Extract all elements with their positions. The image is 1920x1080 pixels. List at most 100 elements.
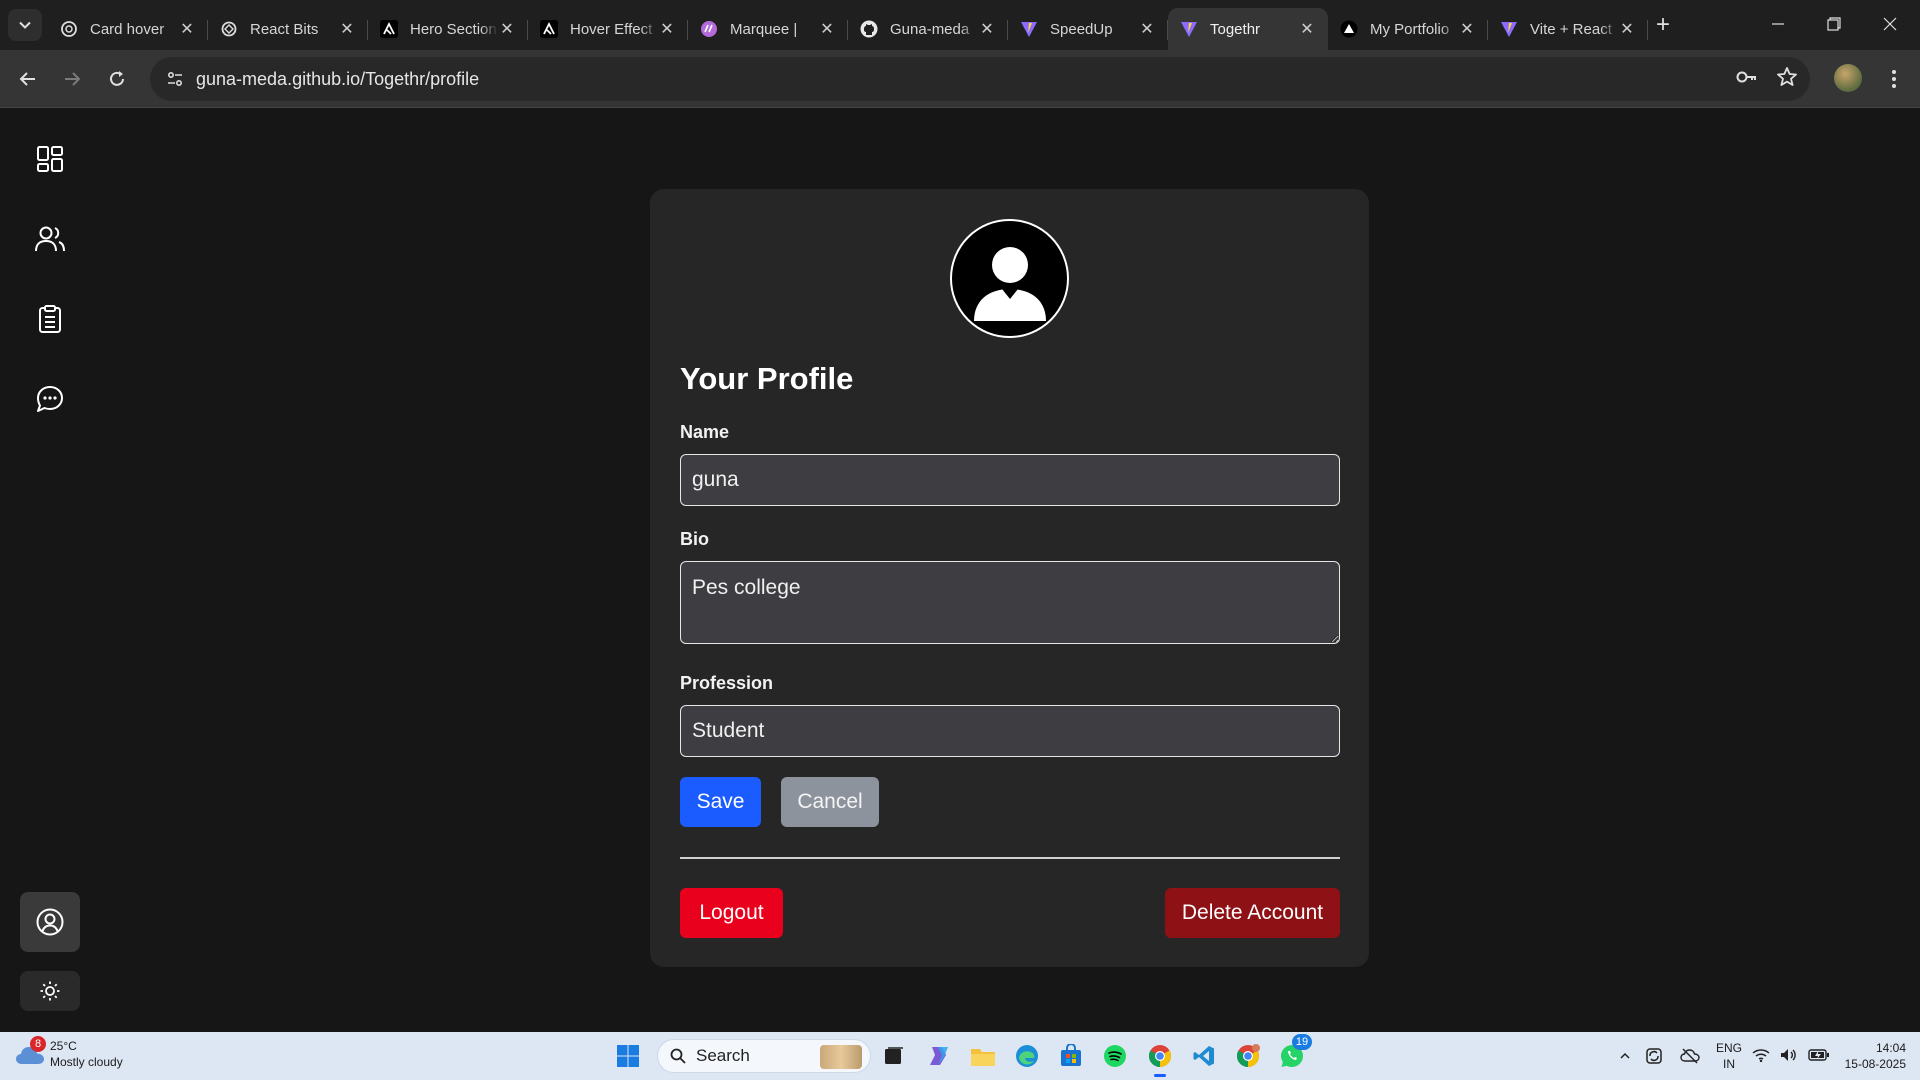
store-button[interactable]: [1055, 1040, 1087, 1072]
browser-tab[interactable]: My Portfolio ✕: [1328, 8, 1488, 50]
sidebar-item-people[interactable]: [20, 209, 80, 269]
restore-button[interactable]: [1806, 0, 1862, 48]
close-icon[interactable]: ✕: [658, 20, 676, 38]
restore-icon: [1827, 17, 1841, 31]
taskbar-search[interactable]: Search: [657, 1039, 871, 1073]
close-icon[interactable]: ✕: [1138, 20, 1156, 38]
reload-button[interactable]: [101, 63, 133, 95]
close-icon[interactable]: ✕: [498, 20, 516, 38]
browser-tab[interactable]: React Bits ✕: [208, 8, 368, 50]
vscode-button[interactable]: [1188, 1040, 1220, 1072]
whatsapp-button[interactable]: 19: [1276, 1034, 1312, 1072]
weather-widget[interactable]: 8 25°C Mostly cloudy: [14, 1036, 123, 1070]
close-icon[interactable]: ✕: [1618, 20, 1636, 38]
sidebar-item-profile[interactable]: [20, 892, 80, 952]
browser-menu-button[interactable]: [1880, 63, 1908, 95]
browser-tab[interactable]: SpeedUp ✕: [1008, 8, 1168, 50]
password-key-icon[interactable]: [1734, 65, 1758, 94]
battery-icon: [1808, 1048, 1830, 1065]
minimize-icon: [1772, 23, 1784, 25]
weather-desc: Mostly cloudy: [50, 1055, 123, 1069]
folder-icon: [971, 1049, 995, 1066]
tab-title: Marquee |: [730, 20, 798, 38]
file-explorer-button[interactable]: [967, 1040, 999, 1072]
spotify-icon: [1104, 1045, 1126, 1067]
url-text[interactable]: guna-meda.github.io/Togethr/profile: [196, 69, 479, 90]
taskbar: 8 25°C Mostly cloudy Search 19 ENG IN 14…: [0, 1032, 1920, 1080]
cloud-icon: 8: [14, 1036, 46, 1068]
name-input[interactable]: [680, 454, 1340, 506]
minimize-button[interactable]: [1750, 0, 1806, 48]
users-icon: [35, 226, 65, 252]
start-button[interactable]: [612, 1040, 644, 1072]
delete-account-button[interactable]: Delete Account: [1165, 888, 1340, 938]
browser-tab[interactable]: Guna-meda ✕: [848, 8, 1008, 50]
browser-tab[interactable]: Marquee | ✕: [688, 8, 848, 50]
copilot-button[interactable]: [923, 1040, 955, 1072]
forward-button[interactable]: [56, 63, 88, 95]
page-title: Your Profile: [680, 361, 854, 396]
profession-input[interactable]: [680, 705, 1340, 757]
aceternity-icon: [540, 20, 558, 38]
close-icon[interactable]: ✕: [818, 20, 836, 38]
sync-icon[interactable]: [1636, 1047, 1672, 1065]
edge-icon: [1016, 1045, 1038, 1067]
profile-avatar[interactable]: [1834, 64, 1862, 92]
sun-icon: [40, 981, 60, 1001]
browser-tab[interactable]: Hover Effect ✕: [528, 8, 688, 50]
close-icon[interactable]: ✕: [178, 20, 196, 38]
chevron-up-icon[interactable]: [1614, 1050, 1636, 1062]
save-button[interactable]: Save: [680, 777, 761, 827]
browser-tab[interactable]: Vite + React ✕: [1488, 8, 1648, 50]
volume-icon: [1780, 1048, 1798, 1065]
language-indicator[interactable]: ENG IN: [1716, 1040, 1742, 1072]
close-icon[interactable]: ✕: [978, 20, 996, 38]
browser-tab-active[interactable]: Togethr ✕: [1168, 8, 1328, 50]
theme-toggle-button[interactable]: [20, 971, 80, 1011]
tab-title: SpeedUp: [1050, 20, 1113, 38]
profile-picture[interactable]: [950, 219, 1069, 338]
bio-textarea[interactable]: Pes college: [680, 561, 1340, 644]
cancel-button[interactable]: Cancel: [781, 777, 879, 827]
task-view-button[interactable]: [878, 1040, 910, 1072]
divider: [680, 857, 1340, 859]
browser-tab[interactable]: Card hover ✕: [48, 8, 208, 50]
quick-settings[interactable]: [1752, 1032, 1830, 1080]
site-info-icon[interactable]: [160, 64, 190, 94]
more-vertical-icon: [1892, 70, 1896, 88]
browser-tab[interactable]: Hero Section ✕: [368, 8, 528, 50]
profile-card: Your Profile Name Bio Pes college Profes…: [650, 189, 1369, 967]
tab-title: Hover Effect: [570, 20, 653, 38]
clock[interactable]: 14:04 15-08-2025: [1845, 1040, 1906, 1072]
arrow-left-icon: [19, 72, 35, 86]
clipboard-icon: [39, 305, 61, 333]
tab-list: Card hover ✕ React Bits ✕ Hero Section ✕…: [48, 8, 1648, 50]
close-window-button[interactable]: [1862, 0, 1918, 48]
chrome-button[interactable]: [1144, 1040, 1176, 1077]
aceternity-icon: [380, 20, 398, 38]
browser-tab-strip: Card hover ✕ React Bits ✕ Hero Section ✕…: [0, 0, 1920, 50]
edge-button[interactable]: [1011, 1040, 1043, 1072]
close-icon[interactable]: ✕: [1298, 20, 1316, 38]
vite-icon: [1020, 20, 1038, 38]
sidebar-item-chat[interactable]: [20, 369, 80, 429]
logout-button[interactable]: Logout: [680, 888, 783, 938]
close-icon[interactable]: ✕: [338, 20, 356, 38]
address-bar[interactable]: guna-meda.github.io/Togethr/profile: [150, 57, 1810, 101]
tab-title: My Portfolio: [1370, 20, 1450, 38]
back-button[interactable]: [12, 63, 44, 95]
sidebar-item-tasks[interactable]: [20, 289, 80, 349]
plus-icon: +: [1655, 11, 1670, 38]
chrome-icon: [1237, 1044, 1260, 1067]
vscode-icon: [1193, 1046, 1214, 1066]
chrome-profile-button[interactable]: [1232, 1040, 1264, 1072]
onedrive-icon[interactable]: [1672, 1048, 1708, 1064]
spotify-button[interactable]: [1099, 1040, 1131, 1072]
sidebar-item-dashboard[interactable]: [20, 129, 80, 189]
bookmark-star-icon[interactable]: [1776, 66, 1798, 93]
new-tab-button[interactable]: +: [1650, 11, 1676, 38]
user-circle-icon: [36, 908, 64, 936]
name-label: Name: [680, 422, 730, 442]
tab-search-button[interactable]: [8, 9, 42, 41]
close-icon[interactable]: ✕: [1458, 20, 1476, 38]
